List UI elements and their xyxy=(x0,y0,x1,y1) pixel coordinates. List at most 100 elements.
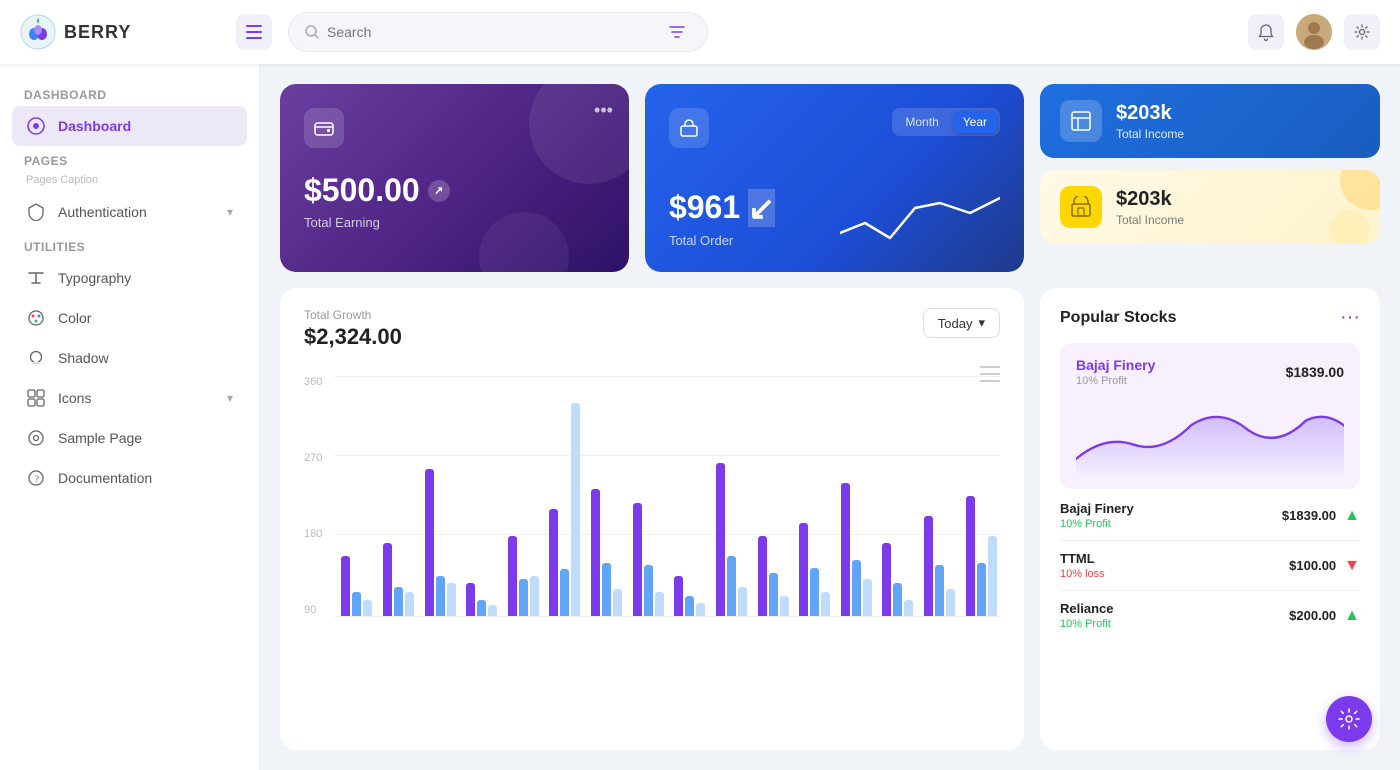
bar-group-11 xyxy=(796,376,834,616)
sidebar-item-authentication[interactable]: Authentication ▾ xyxy=(12,192,247,232)
bar-group-2 xyxy=(421,376,459,616)
stocks-title: Popular Stocks xyxy=(1060,309,1176,327)
stock-item-reliance: Reliance 10% Profit $200.00 ▲ xyxy=(1060,601,1360,640)
bar-group-3 xyxy=(463,376,501,616)
growth-header: Total Growth $2,324.00 Today ▾ xyxy=(304,308,1000,350)
color-label: Color xyxy=(58,310,91,326)
bar-blue xyxy=(436,576,445,616)
bar-group-9 xyxy=(713,376,751,616)
bar-blue xyxy=(519,579,528,616)
table-icon xyxy=(1070,110,1092,132)
sidebar-item-documentation[interactable]: ? Documentation xyxy=(12,458,247,498)
bar-purple xyxy=(508,536,517,616)
floating-gear-button[interactable] xyxy=(1326,696,1372,742)
bar-purple xyxy=(549,509,558,616)
bar-blue xyxy=(644,565,653,616)
growth-card: Total Growth $2,324.00 Today ▾ xyxy=(280,288,1024,750)
wallet-icon xyxy=(314,118,334,138)
order-card-icon-box xyxy=(669,108,709,148)
stock-featured-profit: 10% Profit xyxy=(1076,375,1155,387)
chart-area: 360 270 180 90 xyxy=(304,366,1000,730)
income-blue-icon-box xyxy=(1060,100,1102,142)
trend-down-icon: ▼ xyxy=(1344,557,1360,575)
sidebar-item-typography[interactable]: Typography xyxy=(12,258,247,298)
sidebar-section-dashboard: Dashboard xyxy=(12,80,247,106)
stock-item-ttml-info: TTML 10% loss xyxy=(1060,551,1105,580)
order-left: $961 ↙ Total Order xyxy=(669,189,775,248)
search-input[interactable] xyxy=(327,24,655,40)
sidebar-item-color[interactable]: Color xyxy=(12,298,247,338)
stocks-more-icon[interactable]: ··· xyxy=(1340,306,1360,329)
stocks-header: Popular Stocks ··· xyxy=(1060,306,1360,329)
earning-trend-icon: ↗ xyxy=(428,180,450,202)
income-yellow-info: $203k Total Income xyxy=(1116,188,1184,227)
bar-light xyxy=(904,600,913,616)
icons-label: Icons xyxy=(58,390,91,406)
sidebar-item-sample-page[interactable]: Sample Page xyxy=(12,418,247,458)
stock-item-profit: 10% Profit xyxy=(1060,518,1134,530)
order-chart xyxy=(840,188,1000,248)
main-layout: Dashboard Dashboard Pages Pages Caption … xyxy=(0,64,1400,770)
y-axis: 360 270 180 90 xyxy=(304,376,334,616)
svg-text:?: ? xyxy=(35,474,39,484)
y-label-90: 90 xyxy=(304,604,334,616)
bar-group-1 xyxy=(380,376,418,616)
stock-item-reliance-right: $200.00 ▲ xyxy=(1289,607,1360,625)
y-label-360: 360 xyxy=(304,376,334,388)
sidebar-item-dashboard[interactable]: Dashboard xyxy=(12,106,247,146)
today-button[interactable]: Today ▾ xyxy=(923,308,1000,338)
month-toggle[interactable]: Month xyxy=(895,111,948,133)
hamburger-button[interactable] xyxy=(236,14,272,50)
floating-gear-icon xyxy=(1338,708,1360,730)
stock-item-reliance-name: Reliance xyxy=(1060,601,1113,616)
filter-button[interactable] xyxy=(663,18,691,46)
bar-purple xyxy=(425,469,434,616)
bar-purple xyxy=(674,576,683,616)
bar-purple xyxy=(758,536,767,616)
bar-group-5 xyxy=(546,376,584,616)
main-content: ••• $500.00 ↗ Total Earning xyxy=(260,64,1400,770)
sidebar-pages-caption: Pages Caption xyxy=(12,172,247,192)
typography-icon xyxy=(26,268,46,288)
bar-light xyxy=(405,592,414,616)
documentation-label: Documentation xyxy=(58,470,152,486)
bar-light xyxy=(863,579,872,616)
bar-blue xyxy=(935,565,944,616)
bar-blue xyxy=(352,592,361,616)
authentication-icon xyxy=(26,202,46,222)
notification-button[interactable] xyxy=(1248,14,1284,50)
sidebar: Dashboard Dashboard Pages Pages Caption … xyxy=(0,64,260,770)
stock-list: Bajaj Finery 10% Profit $1839.00 ▲ TTML … xyxy=(1060,501,1360,640)
sample-page-icon xyxy=(26,428,46,448)
typography-label: Typography xyxy=(58,270,131,286)
topbar-settings-button[interactable] xyxy=(1344,14,1380,50)
earning-card: ••• $500.00 ↗ Total Earning xyxy=(280,84,629,272)
avatar[interactable] xyxy=(1296,14,1332,50)
shadow-icon xyxy=(26,348,46,368)
bar-purple xyxy=(633,503,642,616)
income-blue-label: Total Income xyxy=(1116,127,1184,141)
bar-group-7 xyxy=(629,376,667,616)
income-blue-amount: $203k xyxy=(1116,102,1184,125)
bar-purple xyxy=(591,489,600,616)
trend-up-icon: ▲ xyxy=(1344,507,1360,525)
documentation-icon: ? xyxy=(26,468,46,488)
stock-item-reliance-price: $200.00 xyxy=(1289,608,1336,623)
bar-group-0 xyxy=(338,376,376,616)
bar-group-14 xyxy=(921,376,959,616)
sidebar-item-icons[interactable]: Icons ▾ xyxy=(12,378,247,418)
bar-light xyxy=(696,603,705,616)
bar-purple xyxy=(966,496,975,616)
bar-purple xyxy=(924,516,933,616)
bar-blue xyxy=(727,556,736,616)
bar-group-10 xyxy=(754,376,792,616)
earning-card-menu[interactable]: ••• xyxy=(594,100,613,121)
app-name: BERRY xyxy=(64,22,131,43)
bar-blue xyxy=(602,563,611,616)
bar-light xyxy=(488,605,497,616)
year-toggle[interactable]: Year xyxy=(953,111,997,133)
store-icon xyxy=(1070,196,1092,218)
sidebar-item-shadow[interactable]: Shadow xyxy=(12,338,247,378)
shadow-label: Shadow xyxy=(58,350,109,366)
stock-featured: Bajaj Finery 10% Profit $1839.00 xyxy=(1060,343,1360,489)
